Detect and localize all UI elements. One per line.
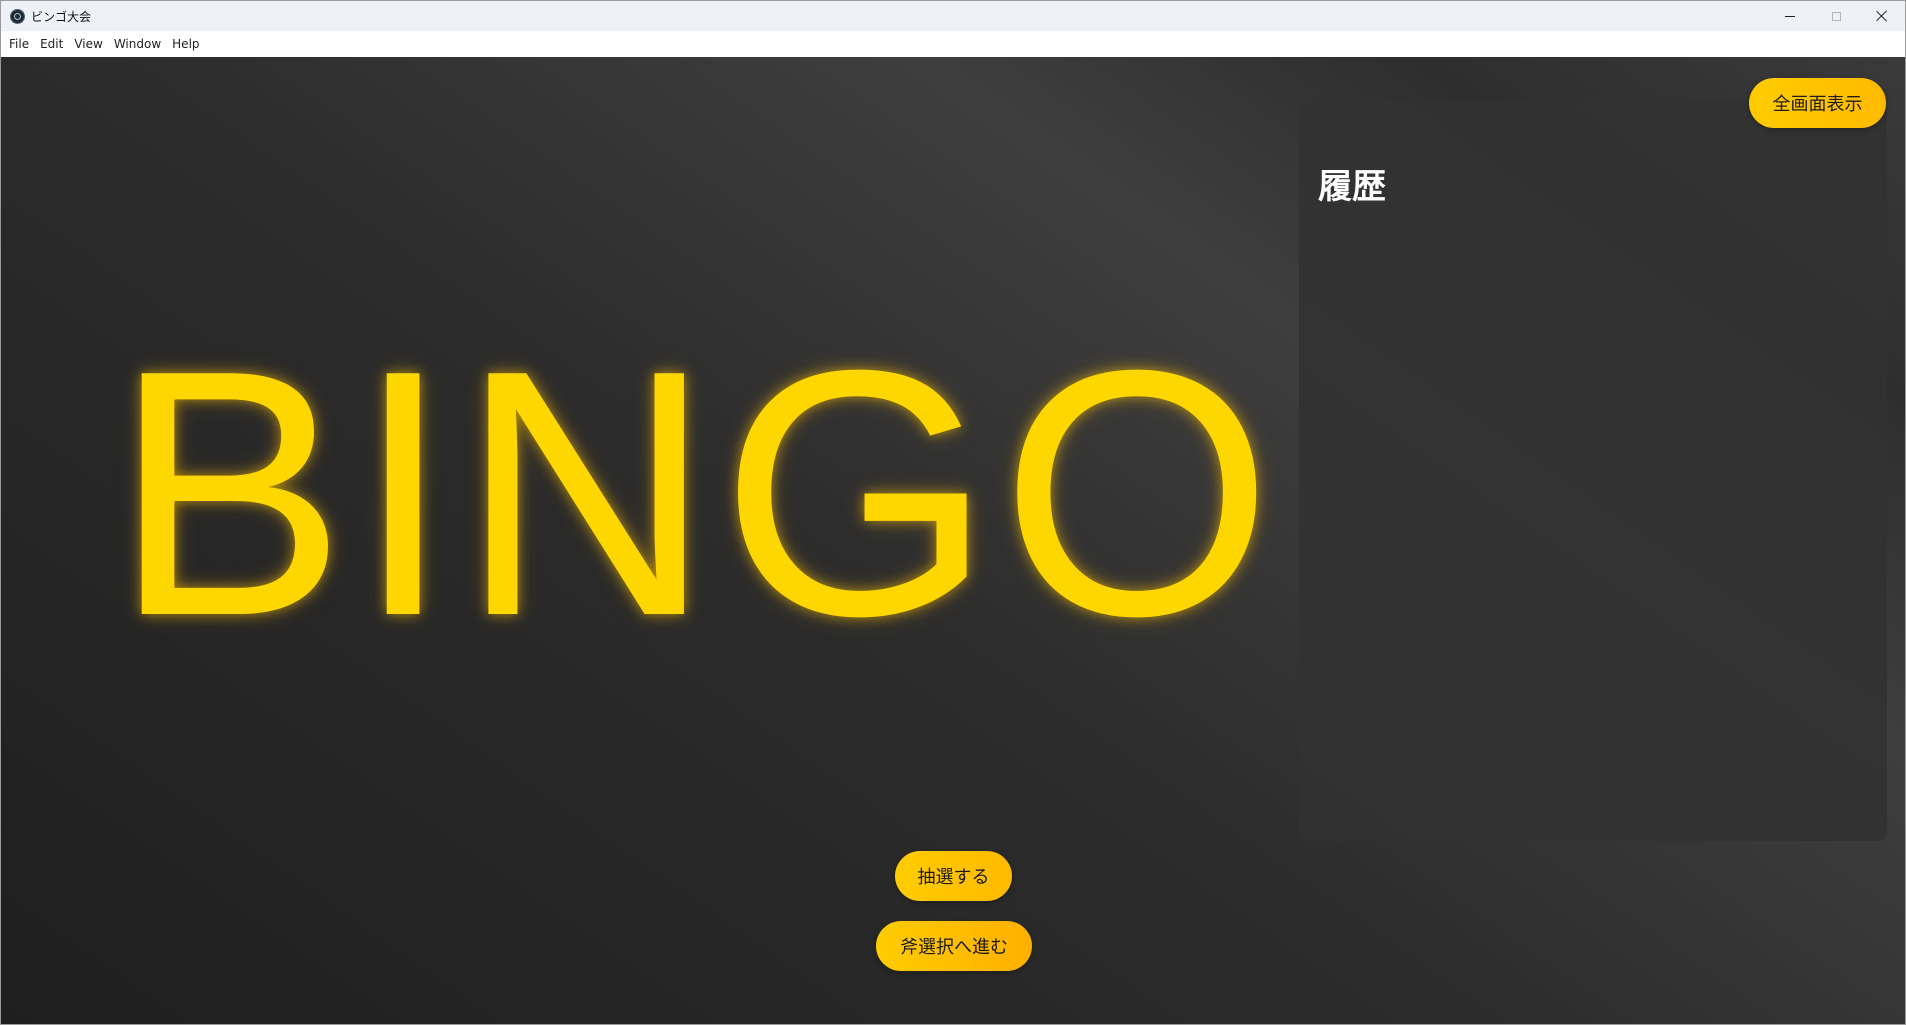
proceed-to-axe-selection-button[interactable]: 斧選択へ進む [876, 921, 1032, 971]
draw-button[interactable]: 抽選する [895, 851, 1012, 901]
maximize-icon [1831, 11, 1841, 21]
menu-window[interactable]: Window [110, 34, 165, 54]
close-button[interactable] [1859, 1, 1905, 31]
window-title: ビンゴ大会 [31, 9, 92, 24]
history-title: 履歴 [1318, 167, 1386, 207]
title-bar: ビンゴ大会 [1, 1, 1905, 31]
maximize-button[interactable] [1813, 1, 1859, 31]
minimize-icon [1785, 15, 1795, 17]
app-window: ビンゴ大会 File Edit View Window Help BINGO 履… [0, 0, 1906, 1025]
bingo-number-display: BINGO [113, 298, 1281, 689]
bingo-main-area: BINGO 履歴 全画面表示 抽選する 斧選択へ進む [1, 57, 1905, 1024]
close-icon [1876, 10, 1888, 22]
menu-bar: File Edit View Window Help [1, 31, 1905, 57]
app-icon [10, 8, 25, 24]
menu-edit[interactable]: Edit [36, 34, 67, 54]
history-panel: 履歴 [1299, 101, 1887, 841]
menu-view[interactable]: View [70, 34, 106, 54]
fullscreen-button[interactable]: 全画面表示 [1749, 78, 1886, 128]
minimize-button[interactable] [1767, 1, 1813, 31]
menu-help[interactable]: Help [168, 34, 203, 54]
window-controls [1767, 1, 1905, 31]
menu-file[interactable]: File [5, 34, 33, 54]
